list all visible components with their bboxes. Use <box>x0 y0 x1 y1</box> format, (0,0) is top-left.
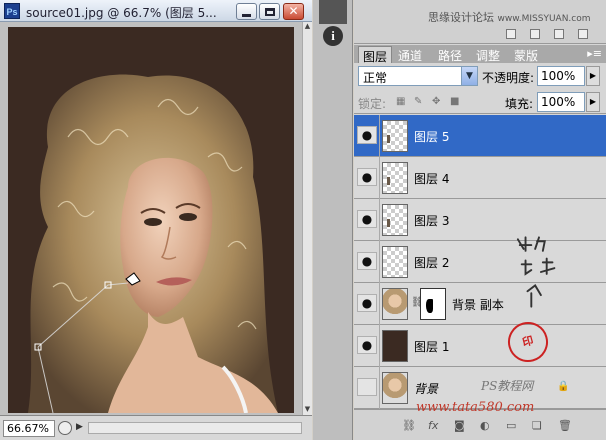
lock-pixels-icon[interactable]: ✎ <box>414 96 425 107</box>
canvas-image[interactable] <box>8 27 294 413</box>
maximize-icon <box>265 8 275 16</box>
layer-row-layer5[interactable]: ● 图层 5 <box>354 115 606 157</box>
panel-dock: i <box>313 0 353 440</box>
panel-menu-icon[interactable]: ▸≡ <box>587 47 602 60</box>
document-titlebar[interactable]: Ps source01.jpg @ 66.7% (图层 5... ✕ <box>0 0 312 22</box>
minimize-button[interactable] <box>236 3 257 20</box>
document-window: Ps source01.jpg @ 66.7% (图层 5... ✕ ▲ ▼ 6… <box>0 0 312 440</box>
horizontal-scrollbar[interactable] <box>88 422 302 434</box>
tab-channels[interactable]: 通道 <box>394 46 426 63</box>
adjustment-layer-icon[interactable]: ◐ <box>480 419 490 433</box>
site-watermark: 思缘设计论坛 www.MISSYUAN.com <box>428 9 591 25</box>
blend-mode-value: 正常 <box>363 71 388 85</box>
opacity-label: 不透明度: <box>482 71 535 85</box>
panel-tabs: 图层 通道 路径 调整 蒙版 ▸≡ <box>354 45 606 64</box>
tab-masks[interactable]: 蒙版 <box>510 46 542 63</box>
lock-position-icon[interactable]: ✥ <box>432 96 443 107</box>
maximize-button[interactable] <box>259 3 280 20</box>
layer-name: 背景 副本 <box>452 298 504 312</box>
tab-adjustments[interactable]: 调整 <box>472 46 504 63</box>
lock-all-icon[interactable]: ■ <box>450 96 461 107</box>
ps-site-watermark: PS教程网 <box>481 379 534 393</box>
strip-button-icon[interactable] <box>506 29 516 39</box>
eye-icon[interactable]: ● <box>357 126 377 144</box>
close-icon: ✕ <box>288 4 299 18</box>
layer-list: ● 图层 5 ● 图层 4 ● 图层 3 ● 图层 2 ● ⛓ 背景 副本 ● <box>354 115 606 409</box>
lock-label: 锁定: <box>358 97 387 111</box>
opacity-input[interactable]: 100% <box>537 66 585 86</box>
link-layers-icon[interactable]: ⛓ <box>402 419 416 433</box>
new-layer-icon[interactable]: ❏ <box>532 419 542 433</box>
fx-icon[interactable]: fx <box>428 419 438 433</box>
site-watermark-cn: 思缘设计论坛 <box>428 11 494 24</box>
layer-row-layer4[interactable]: ● 图层 4 <box>354 157 606 199</box>
layer-name: 背景 <box>414 382 439 396</box>
layer-name: 图层 2 <box>414 256 450 270</box>
fill-dropdown-icon[interactable]: ▶ <box>586 92 600 112</box>
layer-row-layer2[interactable]: ● 图层 2 <box>354 241 606 283</box>
strip-button-icon[interactable] <box>578 29 588 39</box>
vertical-scrollbar[interactable]: ▲ ▼ <box>302 22 312 415</box>
scroll-down-icon[interactable]: ▼ <box>303 405 312 415</box>
eye-icon[interactable]: ● <box>357 168 377 186</box>
dock-histogram-button[interactable] <box>319 0 347 24</box>
layer-thumbnail <box>382 288 408 320</box>
blend-row: 正常 ▼ 不透明度: 100% ▶ <box>354 64 606 88</box>
group-folder-icon[interactable]: ▭ <box>506 419 516 433</box>
url-watermark: www.tata580.com <box>416 400 535 415</box>
document-title: source01.jpg @ 66.7% (图层 5... <box>26 6 217 20</box>
eye-icon[interactable]: ● <box>357 210 377 228</box>
add-mask-icon[interactable]: ◙ <box>454 419 465 433</box>
status-info-icon[interactable] <box>58 421 72 435</box>
fill-label: 填充: <box>505 97 534 111</box>
layers-panel: 思缘设计论坛 www.MISSYUAN.com 图层 通道 路径 调整 蒙版 ▸… <box>354 0 606 440</box>
visibility-toggle[interactable]: ● <box>357 378 377 396</box>
eye-icon[interactable]: ● <box>357 336 377 354</box>
opacity-dropdown-icon[interactable]: ▶ <box>586 66 600 86</box>
scroll-up-icon[interactable]: ▲ <box>303 22 312 32</box>
minimize-icon <box>242 14 251 17</box>
lock-row: 锁定: ▦ ✎ ✥ ■ 填充: 100% ▶ <box>354 90 606 114</box>
tab-layers[interactable]: 图层 <box>358 46 393 64</box>
ps-logo-icon: Ps <box>4 3 20 19</box>
layer-name: 图层 4 <box>414 172 450 186</box>
layer-thumbnail <box>382 246 408 278</box>
canvas-area[interactable] <box>0 22 302 415</box>
info-icon[interactable]: i <box>323 26 343 46</box>
strip-button-icon[interactable] <box>530 29 540 39</box>
layer-thumbnail <box>382 330 408 362</box>
lock-icon: 🔒 <box>557 381 570 392</box>
site-watermark-url: www.MISSYUAN.com <box>497 14 591 24</box>
eye-icon[interactable]: ● <box>357 252 377 270</box>
lock-transparent-icon[interactable]: ▦ <box>396 96 407 107</box>
layer-thumbnail <box>382 204 408 236</box>
trash-icon[interactable]: 🗑 <box>558 419 572 433</box>
status-menu-arrow-icon[interactable]: ▶ <box>76 422 83 432</box>
layer-name: 图层 5 <box>414 130 450 144</box>
strip-button-icon[interactable] <box>554 29 564 39</box>
layer-row-background-copy[interactable]: ● ⛓ 背景 副本 <box>354 283 606 325</box>
fill-input[interactable]: 100% <box>537 92 585 112</box>
layer-row-layer3[interactable]: ● 图层 3 <box>354 199 606 241</box>
layer-name: 图层 3 <box>414 214 450 228</box>
layer-mask-thumbnail[interactable] <box>420 288 446 320</box>
zoom-input[interactable]: 66.67% <box>3 420 55 437</box>
blend-mode-select[interactable]: 正常 ▼ <box>358 66 478 86</box>
layer-name: 图层 1 <box>414 340 450 354</box>
layer-thumbnail <box>382 372 408 404</box>
tab-paths[interactable]: 路径 <box>434 46 466 63</box>
status-bar: 66.67% ▶ <box>0 415 312 440</box>
panel-top-strip: 思缘设计论坛 www.MISSYUAN.com <box>354 0 606 44</box>
chevron-down-icon[interactable]: ▼ <box>461 67 477 85</box>
layer-thumbnail <box>382 120 408 152</box>
layer-thumbnail <box>382 162 408 194</box>
portrait-illustration <box>8 27 294 413</box>
close-button[interactable]: ✕ <box>283 3 304 20</box>
eye-icon[interactable]: ● <box>357 294 377 312</box>
layer-row-layer1[interactable]: ● 图层 1 <box>354 325 606 367</box>
handwritten-watermark <box>516 236 556 308</box>
